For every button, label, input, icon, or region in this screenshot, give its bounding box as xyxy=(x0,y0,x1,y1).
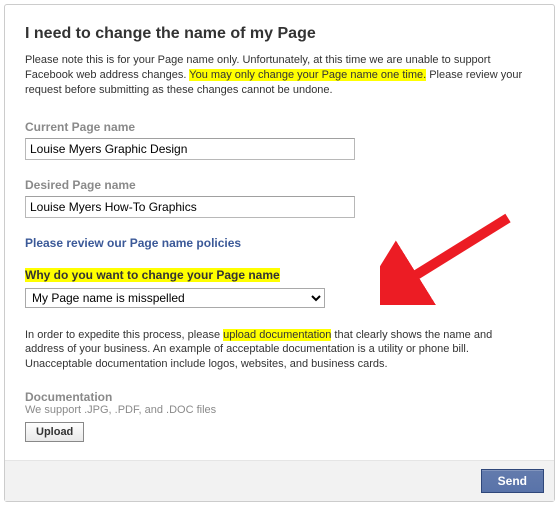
page-title: I need to change the name of my Page xyxy=(25,25,534,43)
explain-highlight: upload documentation xyxy=(223,329,331,341)
intro-text: Please note this is for your Page name o… xyxy=(25,53,534,98)
panel-body: I need to change the name of my Page Ple… xyxy=(5,5,554,460)
documentation-support: We support .JPG, .PDF, and .DOC files xyxy=(25,404,534,416)
desired-name-label: Desired Page name xyxy=(25,178,534,192)
desired-name-block: Desired Page name xyxy=(25,178,534,218)
desired-name-input[interactable] xyxy=(25,196,355,218)
annotation-arrow-icon xyxy=(380,210,520,305)
reason-select[interactable]: My Page name is misspelled xyxy=(25,288,325,308)
upload-button[interactable]: Upload xyxy=(25,422,84,442)
panel-footer: Send xyxy=(5,460,554,501)
why-block: Why do you want to change your Page name… xyxy=(25,268,534,314)
current-name-block: Current Page name xyxy=(25,120,534,160)
policies-link[interactable]: Please review our Page name policies xyxy=(25,236,241,250)
documentation-block: Documentation We support .JPG, .PDF, and… xyxy=(25,390,534,442)
intro-highlight: You may only change your Page name one t… xyxy=(189,69,426,81)
explain-before: In order to expedite this process, pleas… xyxy=(25,329,223,341)
why-label: Why do you want to change your Page name xyxy=(25,268,280,282)
page-name-change-panel: I need to change the name of my Page Ple… xyxy=(4,4,555,502)
documentation-explain: In order to expedite this process, pleas… xyxy=(25,328,534,373)
documentation-label: Documentation xyxy=(25,390,534,404)
send-button[interactable]: Send xyxy=(481,469,544,493)
current-name-input[interactable] xyxy=(25,138,355,160)
current-name-label: Current Page name xyxy=(25,120,534,134)
